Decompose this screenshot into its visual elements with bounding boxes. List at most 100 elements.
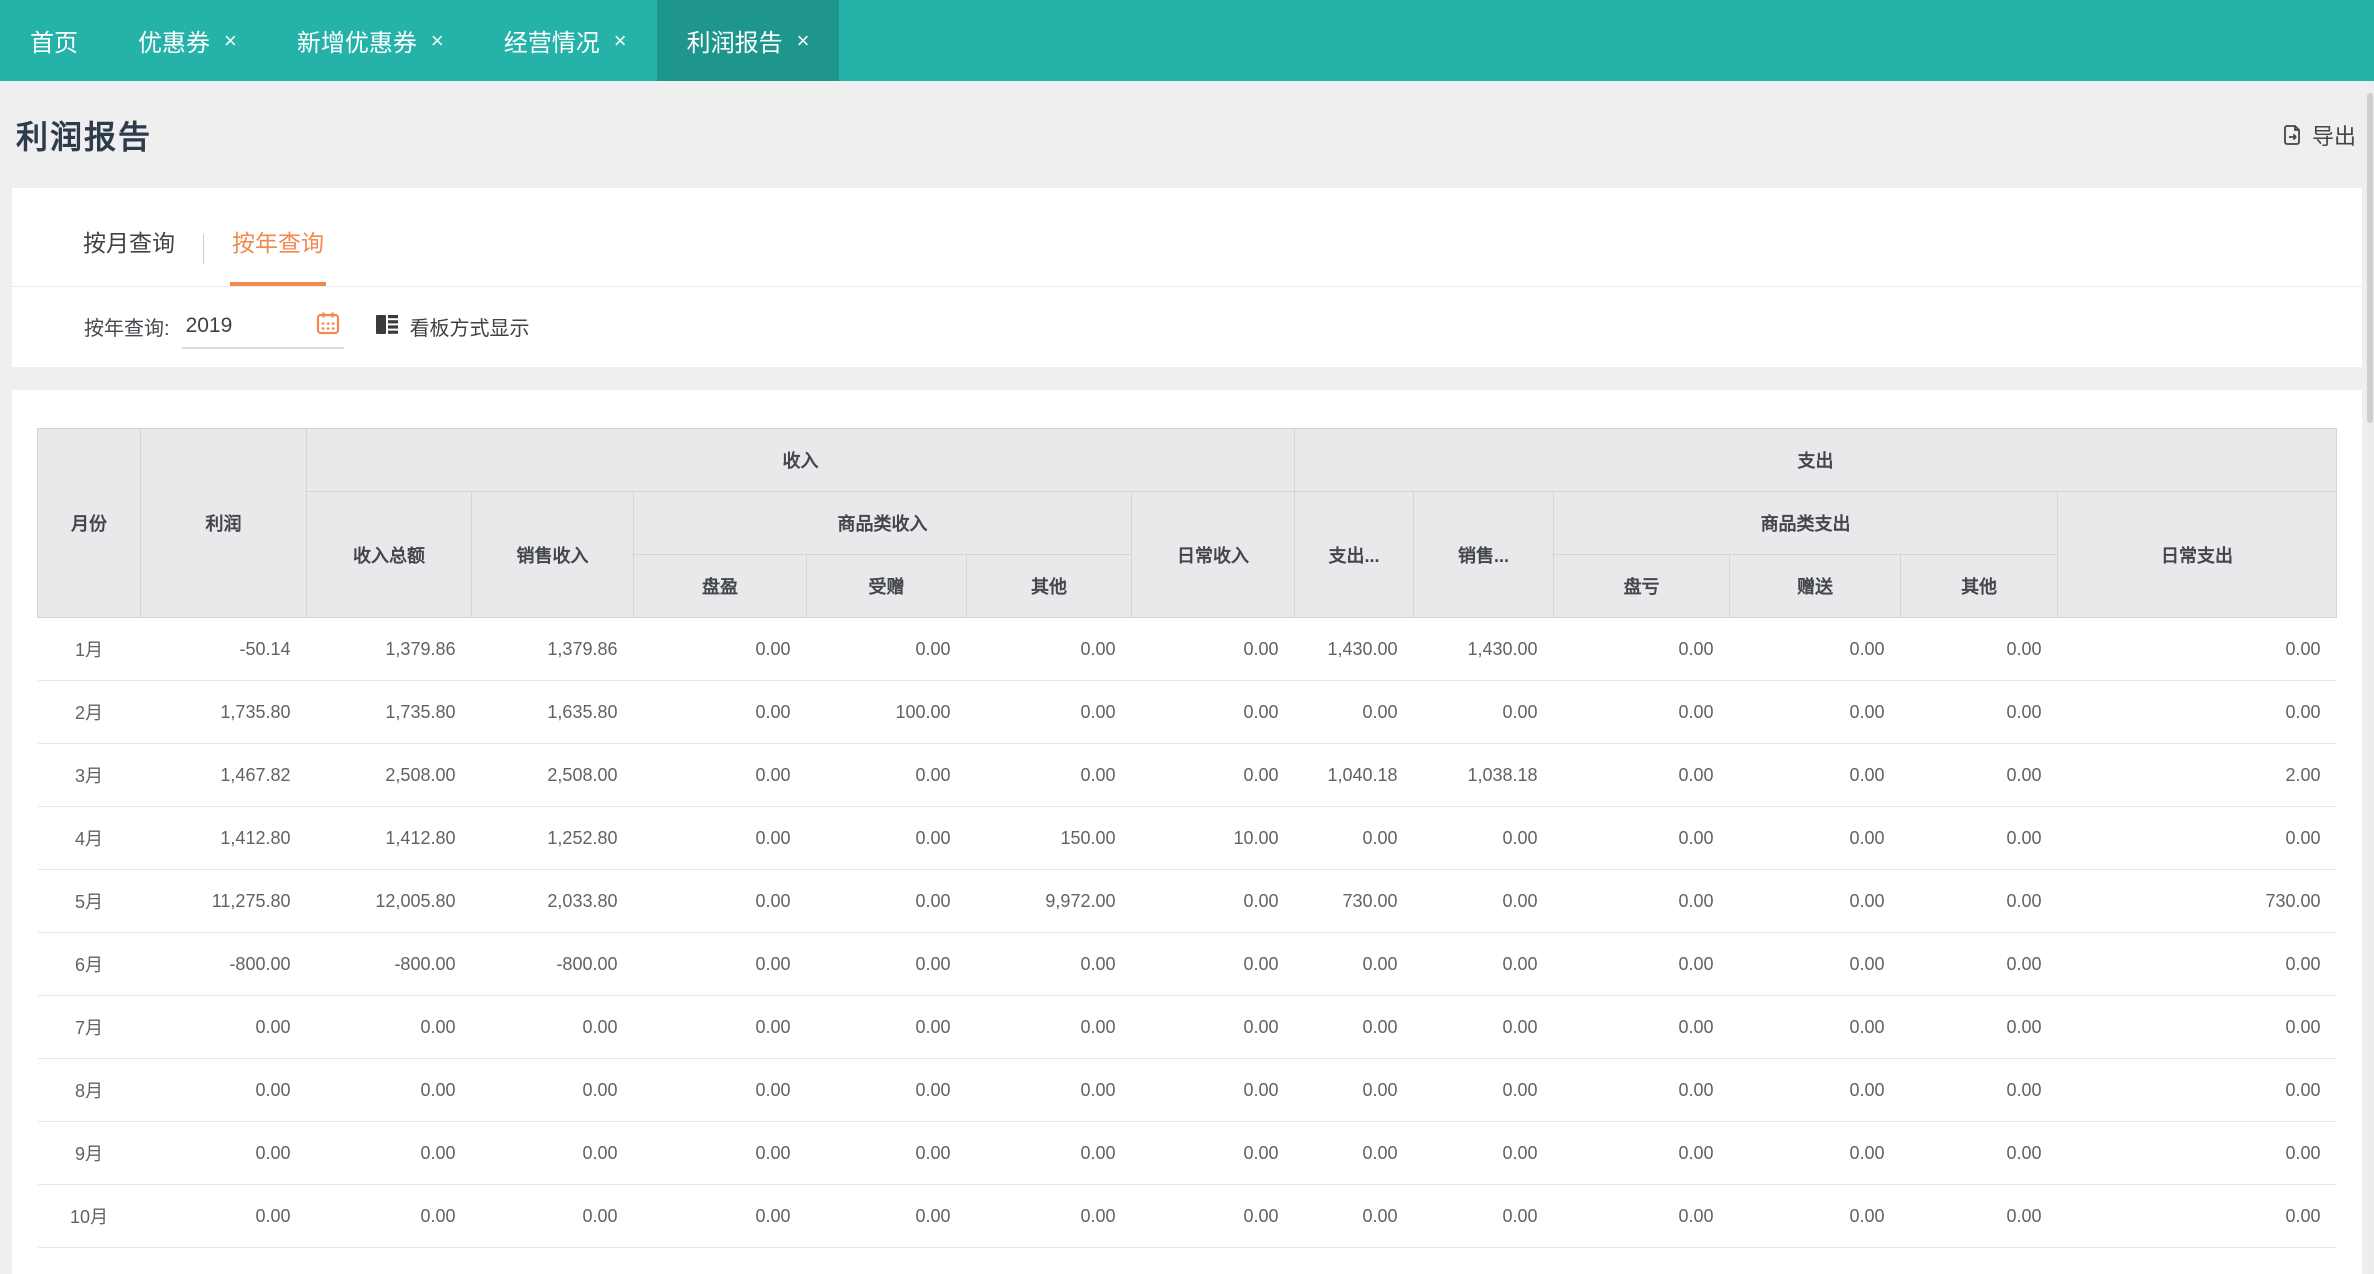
value-cell: 0.00 (1553, 806, 1730, 870)
value-cell: 1,412.80 (140, 806, 307, 870)
col-expense-total: 支出... (1294, 491, 1415, 618)
value-cell: -800.00 (306, 932, 472, 996)
value-cell: 0.00 (306, 995, 472, 1059)
tab-close-icon[interactable]: × (614, 29, 627, 52)
tab-close-icon[interactable]: × (224, 29, 237, 52)
window-tab-label: 经营情况 (503, 30, 600, 57)
board-view-label: 看板方式显示 (409, 318, 530, 340)
value-cell: 0.00 (1413, 995, 1554, 1059)
value-cell: 0.00 (140, 1184, 307, 1248)
table-row: 9月 0.00 0.00 0.00 0.00 0.00 0.00 0.00 0.00 0.00 0.… (37, 1121, 2337, 1185)
value-cell: 0.00 (1729, 1058, 1901, 1122)
board-view-button[interactable]: 看板方式显示 (374, 311, 530, 342)
value-cell: 0.00 (1900, 932, 2058, 996)
value-cell: 0.00 (966, 1184, 1132, 1248)
month-cell: 9月 (37, 1121, 141, 1185)
value-cell: 0.00 (1294, 932, 1414, 996)
value-cell: 0.00 (1553, 680, 1730, 744)
value-cell: 0.00 (140, 1121, 307, 1185)
value-cell: 0.00 (1900, 995, 2058, 1059)
value-cell: 0.00 (1729, 1121, 1901, 1185)
value-cell: 0.00 (306, 1058, 472, 1122)
month-cell: 7月 (37, 995, 141, 1059)
scrollbar-thumb[interactable] (2367, 93, 2373, 423)
tab-close-icon[interactable]: × (431, 29, 444, 52)
page-header: 利润报告 导出 (0, 81, 2374, 188)
col-profit: 利润 (140, 428, 307, 618)
year-value: 2019 (185, 313, 233, 337)
table-row: 7月 0.00 0.00 0.00 0.00 0.00 0.00 0.00 0.00 0.00 0.… (37, 995, 2337, 1059)
value-cell: 0.00 (633, 869, 807, 933)
value-cell: 0.00 (1553, 932, 1730, 996)
value-cell: 0.00 (806, 1184, 967, 1248)
value-cell: 1,430.00 (1413, 617, 1554, 681)
value-cell: 0.00 (1294, 1184, 1414, 1248)
col-sales-income: 销售收入 (471, 491, 634, 618)
export-button[interactable]: 导出 (2280, 119, 2356, 151)
vertical-scrollbar[interactable] (2366, 81, 2374, 1274)
window-tab[interactable]: 新增优惠券 × (267, 0, 474, 81)
value-cell: 0.00 (471, 1121, 634, 1185)
value-cell: 0.00 (806, 995, 967, 1059)
table-row: 5月 11,275.80 12,005.80 2,033.80 0.00 0.00 9,97… (37, 869, 2337, 933)
value-cell: 0.00 (966, 932, 1132, 996)
value-cell: 0.00 (1553, 743, 1730, 807)
value-cell: 0.00 (1413, 1121, 1554, 1185)
value-cell: 0.00 (1131, 1121, 1295, 1185)
subtab-divider (203, 234, 204, 264)
value-cell: 0.00 (1553, 1121, 1730, 1185)
value-cell: 0.00 (633, 617, 807, 681)
value-cell: 0.00 (1294, 680, 1414, 744)
value-cell: 2.00 (2057, 743, 2337, 807)
value-cell: 0.00 (1729, 932, 1901, 996)
profit-table: 月份 利润 收入 支出 收入总额 销售收入 商品类收入 日常收入 支出... 销… (37, 428, 2337, 1248)
value-cell: 0.00 (1131, 617, 1295, 681)
tab-monthly-query[interactable]: 按月查询 (81, 224, 177, 286)
month-cell: 8月 (37, 1058, 141, 1122)
value-cell: 0.00 (1413, 932, 1554, 996)
value-cell: 1,735.80 (140, 680, 307, 744)
value-cell: 730.00 (2057, 869, 2337, 933)
window-tab[interactable]: 优惠券 × (108, 0, 267, 81)
value-cell: 0.00 (306, 1184, 472, 1248)
window-tab-label: 新增优惠券 (296, 30, 417, 57)
export-icon (2280, 123, 2304, 147)
value-cell: 0.00 (806, 869, 967, 933)
value-cell: 0.00 (1729, 680, 1901, 744)
tab-close-icon[interactable]: × (797, 29, 810, 52)
tab-yearly-query[interactable]: 按年查询 (230, 224, 326, 286)
col-daily-expense: 日常支出 (2057, 491, 2337, 618)
value-cell: 2,508.00 (471, 743, 634, 807)
value-cell: 0.00 (306, 1121, 472, 1185)
year-input[interactable]: 2019 (181, 305, 344, 349)
filter-row: 按年查询: 2019 看板方式显示 (12, 287, 2362, 366)
value-cell: 0.00 (966, 743, 1132, 807)
col-surplus: 盘盈 (633, 554, 807, 618)
value-cell: 2,508.00 (306, 743, 472, 807)
value-cell: 0.00 (471, 1058, 634, 1122)
col-loss: 盘亏 (1553, 554, 1731, 618)
calendar-icon[interactable] (314, 309, 342, 342)
window-tab[interactable]: 经营情况 × (474, 0, 657, 81)
value-cell: 1,252.80 (471, 806, 634, 870)
year-filter-label: 按年查询: (84, 318, 170, 340)
value-cell: 0.00 (2057, 1058, 2337, 1122)
value-cell: 0.00 (1413, 1184, 1554, 1248)
value-cell: 0.00 (966, 680, 1132, 744)
window-tab[interactable]: 首页 (0, 0, 108, 81)
value-cell: 0.00 (2057, 806, 2337, 870)
window-tab[interactable]: 利润报告 × (656, 0, 840, 81)
window-tab-label: 利润报告 (686, 30, 783, 57)
table-header: 月份 利润 收入 支出 收入总额 销售收入 商品类收入 日常收入 支出... 销… (37, 428, 2337, 618)
value-cell: 0.00 (2057, 1184, 2337, 1248)
value-cell: 0.00 (966, 1121, 1132, 1185)
value-cell: 0.00 (1900, 869, 2058, 933)
value-cell: 0.00 (633, 1184, 807, 1248)
tab-bar: 首页 优惠券 × 新增优惠券 × 经营情况 × 利润报告 × (0, 0, 2374, 81)
value-cell: 10.00 (1131, 806, 1295, 870)
value-cell: 0.00 (1729, 806, 1901, 870)
value-cell: 0.00 (966, 995, 1132, 1059)
month-cell: 10月 (37, 1184, 141, 1248)
value-cell: 0.00 (1294, 995, 1414, 1059)
value-cell: 0.00 (1900, 1058, 2058, 1122)
